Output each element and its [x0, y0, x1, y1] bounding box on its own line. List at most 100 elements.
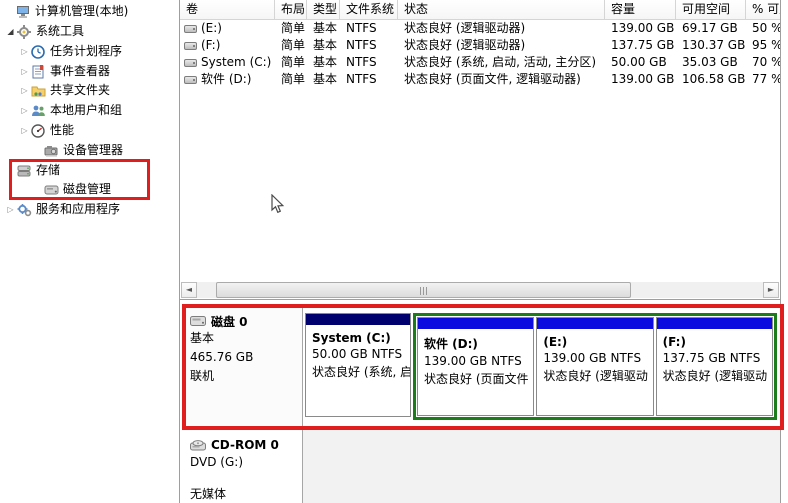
local-users-icon [31, 104, 46, 118]
table-row[interactable]: System (C:) 简单 基本 NTFS 状态良好 (系统, 启动, 活动,… [180, 54, 780, 71]
disk0-name: 磁盘 0 [211, 313, 248, 330]
volume-fs: NTFS [340, 37, 398, 54]
volume-pct: 95 % [746, 37, 780, 54]
partition-status: 状态良好 (页面文件 [424, 370, 533, 388]
disk0-size: 465.76 GB [190, 348, 302, 367]
actions-pane-edge [780, 0, 788, 503]
system-tools-icon [17, 25, 32, 39]
expand-arrow-icon[interactable] [4, 200, 17, 220]
horizontal-scrollbar[interactable]: ◄ ► [181, 282, 779, 298]
volume-drive-icon [184, 25, 197, 33]
tree-item-device-manager[interactable]: 设备管理器 [31, 141, 123, 160]
tree-label: 本地用户和组 [50, 101, 122, 120]
scroll-left-button[interactable]: ◄ [181, 282, 197, 298]
partition-f[interactable]: (F:) 137.75 GB NTFS 状态良好 (逻辑驱动 [656, 317, 773, 416]
volume-capacity: 50.00 GB [605, 54, 676, 71]
logical-drive-bar [657, 318, 772, 329]
tree-item-task-scheduler[interactable]: 任务计划程序 [18, 42, 122, 61]
partition-size: 137.75 GB NTFS [663, 349, 772, 367]
volume-capacity: 137.75 GB [605, 37, 676, 54]
column-header-freespace[interactable]: 可用空间 [676, 0, 746, 19]
cdrom-media-area[interactable] [303, 430, 780, 503]
partition-name: 软件 (D:) [424, 335, 533, 352]
tree-label: 存储 [36, 161, 60, 180]
volume-type: 基本 [307, 71, 340, 88]
table-row[interactable]: (F:) 简单 基本 NTFS 状态良好 (逻辑驱动器) 137.75 GB 1… [180, 37, 780, 54]
logical-drive-bar [418, 318, 533, 329]
tree-item-event-viewer[interactable]: 事件查看器 [18, 62, 110, 81]
volume-free: 106.58 GB [676, 71, 746, 88]
volume-capacity: 139.00 GB [605, 20, 676, 37]
volume-status: 状态良好 (系统, 启动, 活动, 主分区) [398, 54, 605, 71]
tree-label: 系统工具 [36, 22, 84, 41]
tree-label: 共享文件夹 [50, 81, 110, 100]
tree-label: 性能 [50, 121, 74, 140]
expand-arrow-icon[interactable] [18, 42, 31, 62]
cdrom-label-panel[interactable]: CD-ROM 0 DVD (G:) 无媒体 [182, 432, 302, 503]
tree-item-services-applications[interactable]: 服务和应用程序 [4, 200, 120, 219]
disk0-label-divider [302, 305, 303, 427]
volume-type: 基本 [307, 37, 340, 54]
extended-partition-region: 软件 (D:) 139.00 GB NTFS 状态良好 (页面文件 (E:) 1… [413, 313, 777, 420]
storage-icon [17, 164, 32, 178]
expand-arrow-icon[interactable] [18, 101, 31, 121]
volume-type: 基本 [307, 54, 340, 71]
volume-free: 35.03 GB [676, 54, 746, 71]
tree-item-disk-management[interactable]: 磁盘管理 [31, 180, 111, 199]
shared-folders-icon [31, 84, 46, 98]
disk0-label-panel[interactable]: 磁盘 0 基本 465.76 GB 联机 [182, 307, 302, 425]
table-row[interactable]: 软件 (D:) 简单 基本 NTFS 状态良好 (页面文件, 逻辑驱动器) 13… [180, 71, 780, 88]
tree-label: 服务和应用程序 [36, 200, 120, 219]
computer-icon [16, 5, 31, 19]
disk0-status: 联机 [190, 367, 302, 386]
column-header-pctfree[interactable]: % 可用 [746, 0, 780, 19]
graphical-view-pane: 磁盘 0 基本 465.76 GB 联机 System (C:) 50.00 G… [180, 301, 780, 503]
tree-item-performance[interactable]: 性能 [18, 121, 74, 140]
tree-label: 磁盘管理 [63, 180, 111, 199]
partition-size: 50.00 GB NTFS [312, 345, 410, 363]
volume-name: System (C:) [201, 54, 271, 71]
partition-size: 139.00 GB NTFS [543, 349, 652, 367]
tree-item-shared-folders[interactable]: 共享文件夹 [18, 81, 110, 100]
volume-fs: NTFS [340, 20, 398, 37]
volume-free: 130.37 GB [676, 37, 746, 54]
disk-management-icon [44, 183, 59, 197]
volume-type: 基本 [307, 20, 340, 37]
column-header-volume[interactable]: 卷 [180, 0, 275, 19]
volume-fs: NTFS [340, 71, 398, 88]
volume-list-pane: 卷 布局 类型 文件系统 状态 容量 可用空间 % 可用 (E:) 简单 基本 … [180, 0, 780, 300]
column-header-filesystem[interactable]: 文件系统 [340, 0, 398, 19]
column-header-layout[interactable]: 布局 [275, 0, 307, 19]
column-header-capacity[interactable]: 容量 [605, 0, 676, 19]
partition-status: 状态良好 (逻辑驱动 [663, 367, 772, 385]
expand-arrow-icon[interactable] [18, 62, 31, 82]
volume-drive-icon [184, 42, 197, 50]
scroll-right-button[interactable]: ► [763, 282, 779, 298]
cdrom-name: CD-ROM 0 [211, 438, 279, 452]
volume-layout: 简单 [275, 54, 307, 71]
column-header-status[interactable]: 状态 [398, 0, 605, 19]
tree-item-computer-management[interactable]: 计算机管理(本地) [3, 2, 128, 21]
partition-c[interactable]: System (C:) 50.00 GB NTFS 状态良好 (系统, 启 [305, 313, 411, 417]
tree-item-local-users-groups[interactable]: 本地用户和组 [18, 101, 122, 120]
expand-arrow-icon[interactable] [18, 81, 31, 101]
partition-d[interactable]: 软件 (D:) 139.00 GB NTFS 状态良好 (页面文件 [417, 317, 534, 416]
partition-status: 状态良好 (系统, 启 [312, 363, 410, 381]
partition-e[interactable]: (E:) 139.00 GB NTFS 状态良好 (逻辑驱动 [536, 317, 653, 416]
tree-item-system-tools[interactable]: 系统工具 [4, 22, 84, 41]
volume-pct: 70 % [746, 54, 780, 71]
scrollbar-track[interactable] [197, 282, 763, 298]
volume-pct: 77 % [746, 71, 780, 88]
volume-pct: 50 % [746, 20, 780, 37]
tree-label: 事件查看器 [50, 62, 110, 81]
tree-item-storage[interactable]: 存储 [4, 161, 60, 180]
volume-fs: NTFS [340, 54, 398, 71]
partition-name: (F:) [663, 335, 772, 349]
tree-label: 任务计划程序 [50, 42, 122, 61]
expand-arrow-icon[interactable] [18, 121, 31, 141]
scrollbar-grip-icon [420, 287, 428, 295]
collapse-arrow-icon[interactable] [4, 22, 17, 42]
scrollbar-thumb[interactable] [216, 282, 631, 298]
table-row[interactable]: (E:) 简单 基本 NTFS 状态良好 (逻辑驱动器) 139.00 GB 6… [180, 20, 780, 37]
column-header-type[interactable]: 类型 [307, 0, 340, 19]
